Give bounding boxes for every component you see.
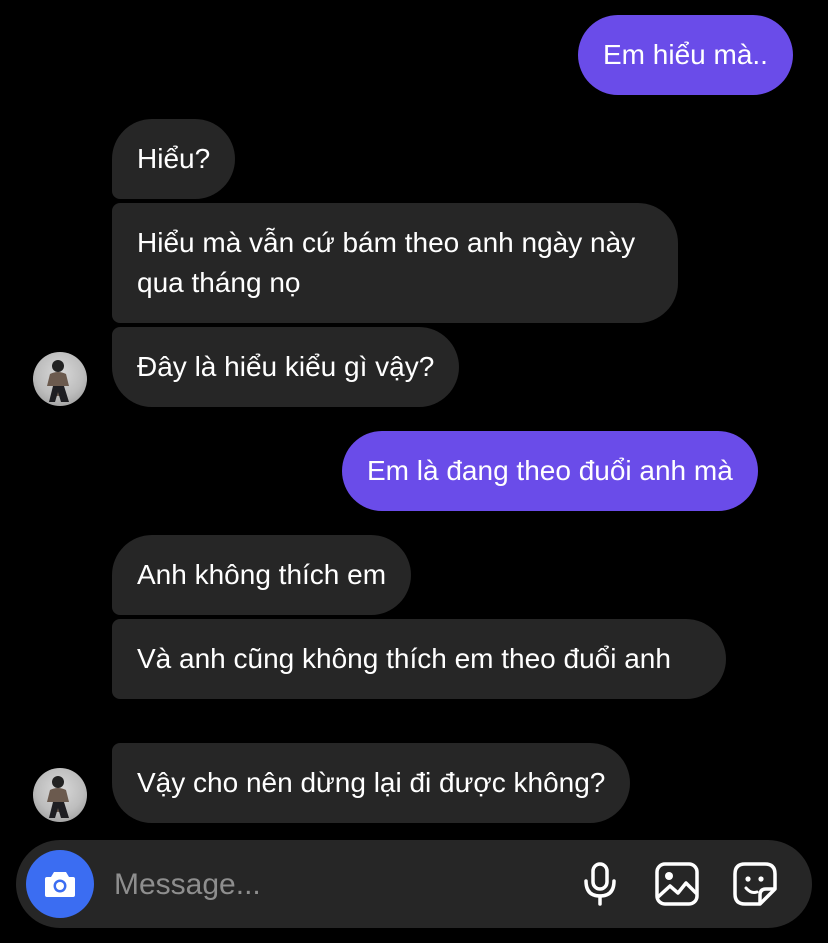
microphone-icon — [584, 862, 616, 906]
outgoing-message[interactable]: Em hiểu mà.. — [578, 15, 793, 95]
incoming-message[interactable]: Hiểu? — [112, 119, 236, 199]
avatar-photo — [47, 360, 69, 402]
incoming-message[interactable]: Và anh cũng không thích em theo đuổi anh — [112, 619, 726, 699]
incoming-message[interactable]: Hiểu mà vẫn cứ bám theo anh ngày này qua… — [112, 203, 678, 323]
incoming-message[interactable]: Vậy cho nên dừng lại đi được không? — [112, 743, 631, 823]
microphone-button[interactable] — [575, 859, 625, 909]
camera-button[interactable] — [26, 850, 94, 918]
gallery-icon — [655, 862, 699, 906]
camera-icon — [45, 872, 75, 897]
incoming-message[interactable]: Anh không thích em — [112, 535, 412, 615]
avatar-photo — [47, 776, 69, 818]
message-input[interactable] — [112, 858, 556, 912]
gallery-button[interactable] — [652, 859, 702, 909]
sender-avatar[interactable] — [33, 768, 87, 822]
sticker-button[interactable] — [730, 859, 780, 909]
message-thread: Em hiểu mà.. Hiểu? Hiểu mà vẫn cứ bám th… — [0, 0, 828, 840]
incoming-message[interactable]: Đây là hiểu kiểu gì vậy? — [112, 327, 460, 407]
outgoing-message[interactable]: Em là đang theo đuổi anh mà — [342, 431, 758, 511]
sticker-icon — [733, 862, 777, 906]
message-composer — [16, 840, 812, 928]
sender-avatar[interactable] — [33, 352, 87, 406]
